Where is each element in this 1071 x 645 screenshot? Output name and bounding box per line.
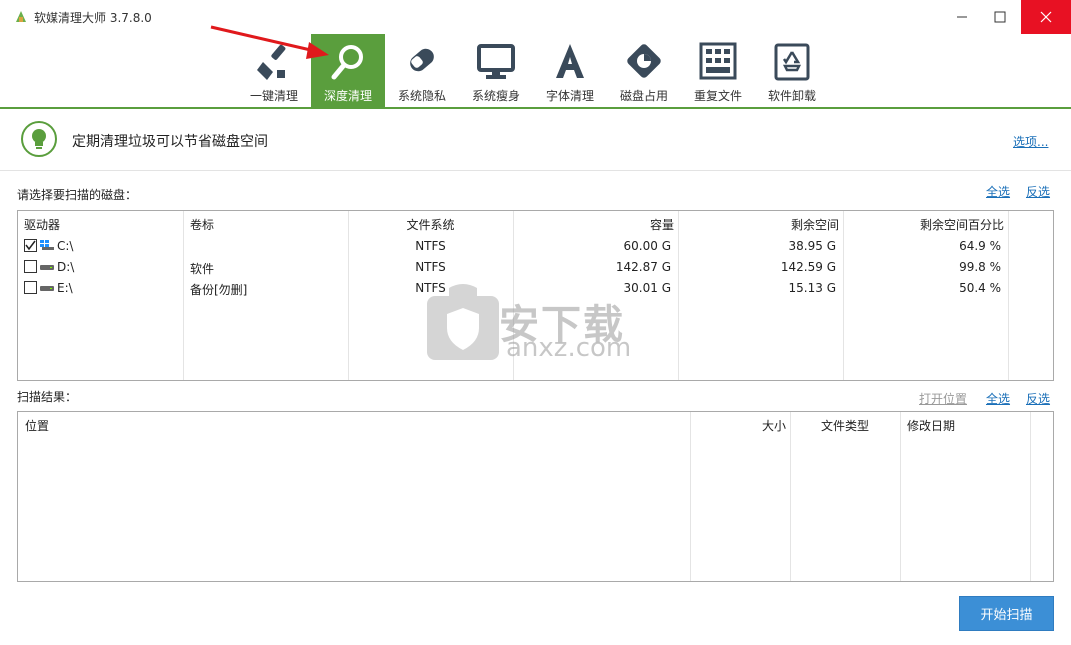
column-header-modified-date[interactable]: 修改日期: [907, 417, 955, 434]
watermark-subtext: anxz.com: [506, 333, 632, 363]
result-select-all-link[interactable]: 全选: [986, 390, 1010, 407]
drive-select-all-link[interactable]: 全选: [986, 183, 1010, 200]
app-logo-icon: [16, 11, 26, 22]
tab-uninstall[interactable]: 软件卸载: [755, 34, 829, 107]
drive-free-space: 38.95 G: [788, 239, 836, 253]
drive-capacity: 142.87 G: [615, 260, 671, 274]
tab-label: 系统隐私: [397, 89, 446, 103]
main-toolbar: 一键清理 深度清理 系统隐私 系统瘦身 字体清理 磁盘占用 重复文件 软件卸载: [0, 34, 1071, 108]
column-header-location[interactable]: 位置: [25, 417, 49, 434]
open-location-link[interactable]: 打开位置: [919, 390, 967, 407]
tab-label: 系统瘦身: [471, 89, 520, 103]
column-header-free-percent[interactable]: 剩余空间百分比: [843, 216, 1004, 233]
disk-usage-icon: [627, 44, 661, 78]
monitor-icon: [477, 44, 515, 79]
duplicate-grid-icon: [699, 42, 737, 80]
column-header-free-space[interactable]: 剩余空间: [678, 216, 839, 233]
drive-section-label: 请选择要扫描的磁盘：: [17, 188, 138, 202]
drive-volume-label: 备份[勿删]: [190, 283, 248, 297]
scan-result-table: 位置 大小 文件类型 修改日期: [17, 411, 1054, 582]
tab-system-slim[interactable]: 系统瘦身: [459, 34, 533, 107]
drive-filesystem: NTFS: [415, 260, 446, 274]
tab-disk-usage[interactable]: 磁盘占用: [607, 34, 681, 107]
tab-label: 深度清理: [323, 89, 372, 103]
drive-free-percent: 64.9 %: [959, 239, 1001, 253]
drive-free-space: 15.13 G: [788, 281, 836, 295]
column-header-size[interactable]: 大小: [690, 417, 786, 434]
column-header-file-type[interactable]: 文件类型: [821, 417, 869, 434]
column-header-volume-label[interactable]: 卷标: [190, 216, 214, 233]
start-scan-button[interactable]: 开始扫描: [959, 596, 1054, 631]
font-icon: [556, 44, 584, 78]
recycle-icon: [774, 43, 810, 81]
maximize-button[interactable]: [977, 0, 1023, 34]
column-header-capacity[interactable]: 容量: [513, 216, 674, 233]
drive-checkbox-e[interactable]: [24, 281, 37, 294]
lightbulb-icon: [21, 121, 57, 157]
drive-letter: E:\: [57, 281, 73, 295]
options-link[interactable]: 选项...: [1013, 133, 1048, 150]
tab-font-clean[interactable]: 字体清理: [533, 34, 607, 107]
drive-capacity: 60.00 G: [623, 239, 671, 253]
maximize-icon: [994, 11, 1006, 23]
drive-checkbox-d[interactable]: [24, 260, 37, 273]
close-icon: [1040, 11, 1052, 23]
tip-message: 定期清理垃圾可以节省磁盘空间: [72, 134, 268, 150]
window-title: 软媒清理大师 3.7.8.0: [34, 11, 152, 25]
title-bar: 软媒清理大师 3.7.8.0: [0, 0, 1071, 34]
annotation-arrow-icon: [210, 25, 329, 59]
drive-free-percent: 99.8 %: [959, 260, 1001, 274]
tab-label: 重复文件: [693, 89, 742, 103]
eraser-icon: [410, 48, 434, 72]
hard-drive-icon: [40, 265, 54, 270]
system-drive-icon: [40, 240, 54, 250]
tab-label: 字体清理: [545, 89, 594, 103]
minimize-icon: [957, 16, 967, 18]
checkmark-icon: [25, 240, 36, 251]
tip-divider: [0, 170, 1071, 171]
drive-checkbox-c[interactable]: [24, 239, 37, 252]
watermark-shield-icon: [427, 284, 499, 360]
result-invert-link[interactable]: 反选: [1026, 390, 1050, 407]
hard-drive-icon: [40, 286, 54, 291]
tab-system-privacy[interactable]: 系统隐私: [385, 34, 459, 107]
result-section-label: 扫描结果：: [17, 390, 78, 404]
drive-filesystem: NTFS: [415, 239, 446, 253]
drive-free-percent: 50.4 %: [959, 281, 1001, 295]
drive-invert-link[interactable]: 反选: [1026, 183, 1050, 200]
tab-duplicate-files[interactable]: 重复文件: [681, 34, 755, 107]
tab-label: 软件卸载: [767, 89, 816, 103]
drive-free-space: 142.59 G: [780, 260, 836, 274]
toolbar-divider: [0, 107, 1071, 109]
tab-label: 一键清理: [249, 89, 298, 103]
drive-letter: D:\: [57, 260, 75, 274]
drive-letter: C:\: [57, 239, 74, 253]
close-button[interactable]: [1021, 0, 1071, 34]
drive-volume-label: 软件: [190, 262, 215, 276]
column-header-filesystem[interactable]: 文件系统: [348, 216, 513, 233]
column-header-drive[interactable]: 驱动器: [24, 216, 60, 233]
tab-label: 磁盘占用: [619, 89, 668, 103]
